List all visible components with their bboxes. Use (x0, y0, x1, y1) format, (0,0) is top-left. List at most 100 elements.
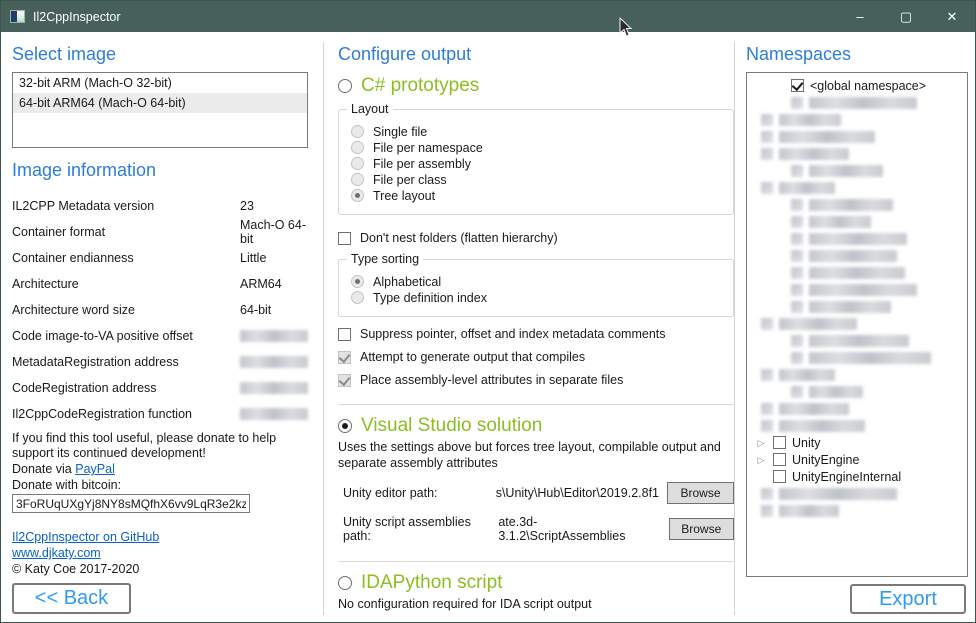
redacted-checkbox (791, 233, 803, 245)
namespace-item[interactable]: ▷UnityEngine (747, 451, 967, 468)
browse-script-button[interactable]: Browse (669, 518, 734, 540)
redacted-checkbox (761, 403, 773, 415)
unity-editor-path-label: Unity editor path: (343, 486, 438, 500)
expander-icon[interactable]: ▷ (755, 454, 767, 466)
namespace-item-redacted (747, 179, 967, 196)
checkbox-icon (338, 374, 351, 387)
namespace-item-redacted (747, 298, 967, 315)
namespace-item[interactable]: ▷Unity (747, 434, 967, 451)
redacted-label (779, 420, 865, 432)
maximize-icon[interactable]: ▢ (883, 1, 929, 32)
namespaces-panel: Namespaces <global namespace>▷Unity▷Unit… (746, 32, 968, 621)
redacted-label (809, 216, 871, 228)
image-listbox[interactable]: 32-bit ARM (Mach-O 32-bit)64-bit ARM64 (… (12, 72, 308, 148)
radio-option[interactable]: Type definition index (351, 290, 723, 305)
redacted-label (809, 301, 891, 313)
content-area: Select image 32-bit ARM (Mach-O 32-bit)6… (2, 32, 974, 621)
info-row: Code image-to-VA positive offset (12, 323, 308, 349)
dont-nest-checkbox[interactable]: Don't nest folders (flatten hierarchy) (338, 229, 734, 247)
info-label: IL2CPP Metadata version (12, 199, 240, 213)
radio-icon (351, 189, 364, 202)
info-row: IL2CPP Metadata version23 (12, 193, 308, 219)
github-link[interactable]: Il2CppInspector on GitHub (12, 530, 159, 544)
image-option[interactable]: 32-bit ARM (Mach-O 32-bit) (13, 73, 307, 93)
namespace-item[interactable]: UnityEngineInternal (747, 468, 967, 485)
namespaces-tree[interactable]: <global namespace> ▷Unity▷UnityEngine Unit… (746, 72, 968, 577)
option-checkbox[interactable]: Suppress pointer, offset and index metad… (338, 325, 734, 343)
title-bar[interactable]: Il2CppInspector – ▢ ✕ (1, 1, 975, 32)
namespace-item-redacted (747, 162, 967, 179)
info-label: Code image-to-VA positive offset (12, 329, 240, 343)
radio-icon (338, 576, 352, 590)
image-option[interactable]: 64-bit ARM64 (Mach-O 64-bit) (13, 93, 307, 113)
namespace-item-redacted (747, 128, 967, 145)
browse-editor-button[interactable]: Browse (667, 482, 734, 504)
radio-option[interactable]: Tree layout (351, 188, 723, 203)
redacted-checkbox (791, 267, 803, 279)
namespace-label: UnityEngineInternal (792, 470, 901, 484)
namespace-item-redacted (747, 383, 967, 400)
option-checkbox[interactable]: Place assembly-level attributes in separ… (338, 371, 734, 389)
close-icon[interactable]: ✕ (929, 1, 975, 32)
back-button[interactable]: << Back (12, 583, 131, 614)
info-label: Architecture word size (12, 303, 240, 317)
checkbox-label: Attempt to generate output that compiles (360, 350, 585, 364)
namespace-item[interactable]: <global namespace> (747, 77, 967, 94)
visual-studio-radio[interactable]: Visual Studio solution (338, 415, 734, 437)
redacted-label (779, 488, 897, 500)
csharp-prototypes-radio[interactable]: C# prototypes (338, 75, 734, 97)
copyright-text: © Katy Coe 2017-2020 (12, 561, 308, 577)
column-divider-left (323, 42, 324, 615)
radio-icon (351, 275, 364, 288)
info-row: MetadataRegistration address (12, 349, 308, 375)
redacted-label (809, 97, 917, 109)
unity-editor-path-value[interactable]: s\Unity\Hub\Editor\2019.2.8f1 (496, 486, 659, 500)
namespace-item-redacted (747, 213, 967, 230)
namespace-label: <global namespace> (810, 79, 926, 93)
export-button[interactable]: Export (850, 584, 966, 614)
radio-option[interactable]: File per assembly (351, 156, 723, 171)
namespaces-header: Namespaces (746, 44, 968, 65)
radio-icon (351, 125, 364, 138)
layout-groupbox: Layout Single fileFile per namespaceFile… (338, 109, 734, 215)
window-title: Il2CppInspector (33, 10, 121, 24)
unity-script-path-label: Unity script assemblies path: (343, 515, 498, 543)
unity-script-path-value[interactable]: ate.3d-3.1.2\ScriptAssemblies (498, 515, 660, 543)
idapython-radio[interactable]: IDAPython script (338, 572, 734, 594)
info-label: Container format (12, 225, 240, 239)
radio-option[interactable]: File per namespace (351, 140, 723, 155)
minimize-icon[interactable]: – (837, 1, 883, 32)
configure-output-panel: Configure output C# prototypes Layout Si… (338, 32, 734, 621)
info-row: Architecture word size64-bit (12, 297, 308, 323)
redacted-checkbox (761, 318, 773, 330)
checkbox-label: Suppress pointer, offset and index metad… (360, 327, 666, 341)
bitcoin-address-input[interactable] (12, 494, 250, 513)
option-checkbox[interactable]: Attempt to generate output that compiles (338, 348, 734, 366)
select-image-panel: Select image 32-bit ARM (Mach-O 32-bit)6… (12, 32, 308, 621)
redacted-checkbox (791, 97, 803, 109)
separator (338, 404, 734, 405)
info-value: Little (240, 251, 266, 265)
redacted-label (809, 267, 905, 279)
radio-option[interactable]: Alphabetical (351, 274, 723, 289)
column-divider-right (734, 42, 735, 615)
redacted-checkbox (761, 488, 773, 500)
checkbox-label: Place assembly-level attributes in separ… (360, 373, 623, 387)
redacted-label (779, 182, 835, 194)
paypal-link[interactable]: PayPal (75, 462, 115, 476)
donate-via-label: Donate via (12, 462, 75, 476)
website-link[interactable]: www.djkaty.com (12, 546, 101, 560)
image-info-table: IL2CPP Metadata version23 Container forma… (12, 193, 308, 427)
expander-icon[interactable]: ▷ (755, 437, 767, 449)
checkbox-icon (338, 232, 351, 245)
checkbox-icon (773, 453, 786, 466)
radio-label: Type definition index (373, 291, 487, 305)
namespace-item-redacted (747, 145, 967, 162)
redacted-checkbox (791, 250, 803, 262)
checkbox-icon (773, 436, 786, 449)
radio-option[interactable]: Single file (351, 124, 723, 139)
namespace-item-redacted (747, 247, 967, 264)
radio-option[interactable]: File per class (351, 172, 723, 187)
redacted-label (809, 386, 863, 398)
radio-label: Alphabetical (373, 275, 441, 289)
